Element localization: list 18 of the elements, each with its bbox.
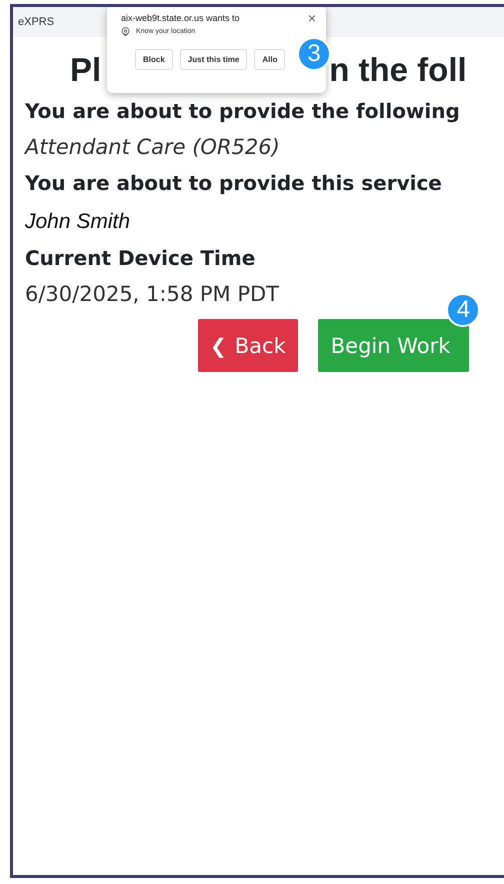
- device-time: 6/30/2025, 1:58 PM PDT: [25, 282, 280, 306]
- back-button[interactable]: ❮ Back: [198, 319, 298, 372]
- permission-button[interactable]: Allo: [254, 49, 286, 70]
- chevron-left-icon: ❮: [210, 334, 227, 358]
- permission-button[interactable]: Block: [135, 49, 173, 70]
- section-label: You are about to provide this service: [25, 171, 443, 195]
- page-heading: Pl: [70, 51, 102, 89]
- section-label: Current Device Time: [25, 246, 256, 270]
- close-button[interactable]: ×: [308, 11, 316, 25]
- service-name: Attendant Care (OR526): [25, 135, 281, 159]
- page-heading: n the foll: [329, 51, 467, 89]
- step-badge: 4: [446, 293, 480, 327]
- app-title: eXPRS: [18, 16, 54, 28]
- permission-button[interactable]: Just this time: [180, 49, 248, 70]
- popup-title: aix-web9t.state.or.us wants to: [121, 13, 240, 23]
- location-pin-icon: [121, 27, 130, 36]
- client-name: John Smith: [25, 210, 132, 234]
- section-label: You are about to provide the following: [25, 99, 461, 123]
